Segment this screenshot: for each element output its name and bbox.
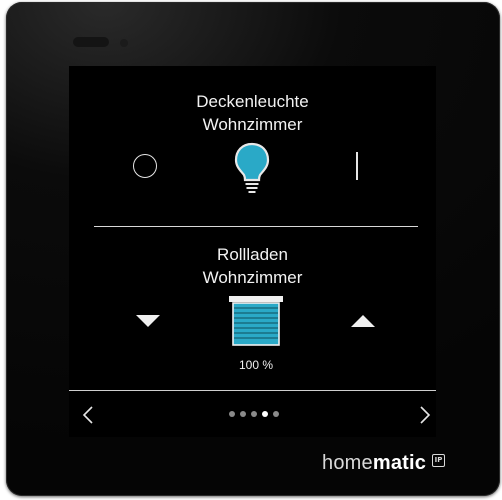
chevron-left-icon[interactable] <box>82 405 94 425</box>
light-name-line2: Wohnzimmer <box>202 115 303 134</box>
light-sensor <box>120 39 128 47</box>
brand-regular: home <box>322 452 373 474</box>
light-on-button[interactable] <box>356 152 358 180</box>
shutter-name-line2: Wohnzimmer <box>202 268 303 287</box>
light-name-line1: Deckenleuchte <box>196 92 309 111</box>
shutter-level-text: 100 % <box>238 358 274 372</box>
tile-divider <box>94 226 418 227</box>
page-dot[interactable] <box>262 411 268 417</box>
brand-bold: matic <box>372 452 427 474</box>
chevron-right-icon[interactable] <box>419 405 431 425</box>
ip-badge: IP <box>432 454 445 467</box>
page-indicator <box>229 411 279 417</box>
shutter-down-icon[interactable] <box>135 314 161 328</box>
lightbulb-icon[interactable] <box>233 142 271 194</box>
page-dot[interactable] <box>240 411 246 417</box>
page-dot[interactable] <box>273 411 279 417</box>
touch-screen: Deckenleuchte Wohnzimmer Rollladen Wohnz… <box>69 66 436 437</box>
page-dot[interactable] <box>229 411 235 417</box>
light-off-button[interactable] <box>133 154 157 178</box>
shutter-up-icon[interactable] <box>350 314 376 328</box>
page-dot[interactable] <box>251 411 257 417</box>
brand-logo: homematic <box>322 452 426 475</box>
nav-divider <box>69 390 436 391</box>
shutter-icon[interactable] <box>228 295 284 347</box>
proximity-sensor <box>73 37 109 47</box>
shutter-name-line1: Rollladen <box>217 245 288 264</box>
